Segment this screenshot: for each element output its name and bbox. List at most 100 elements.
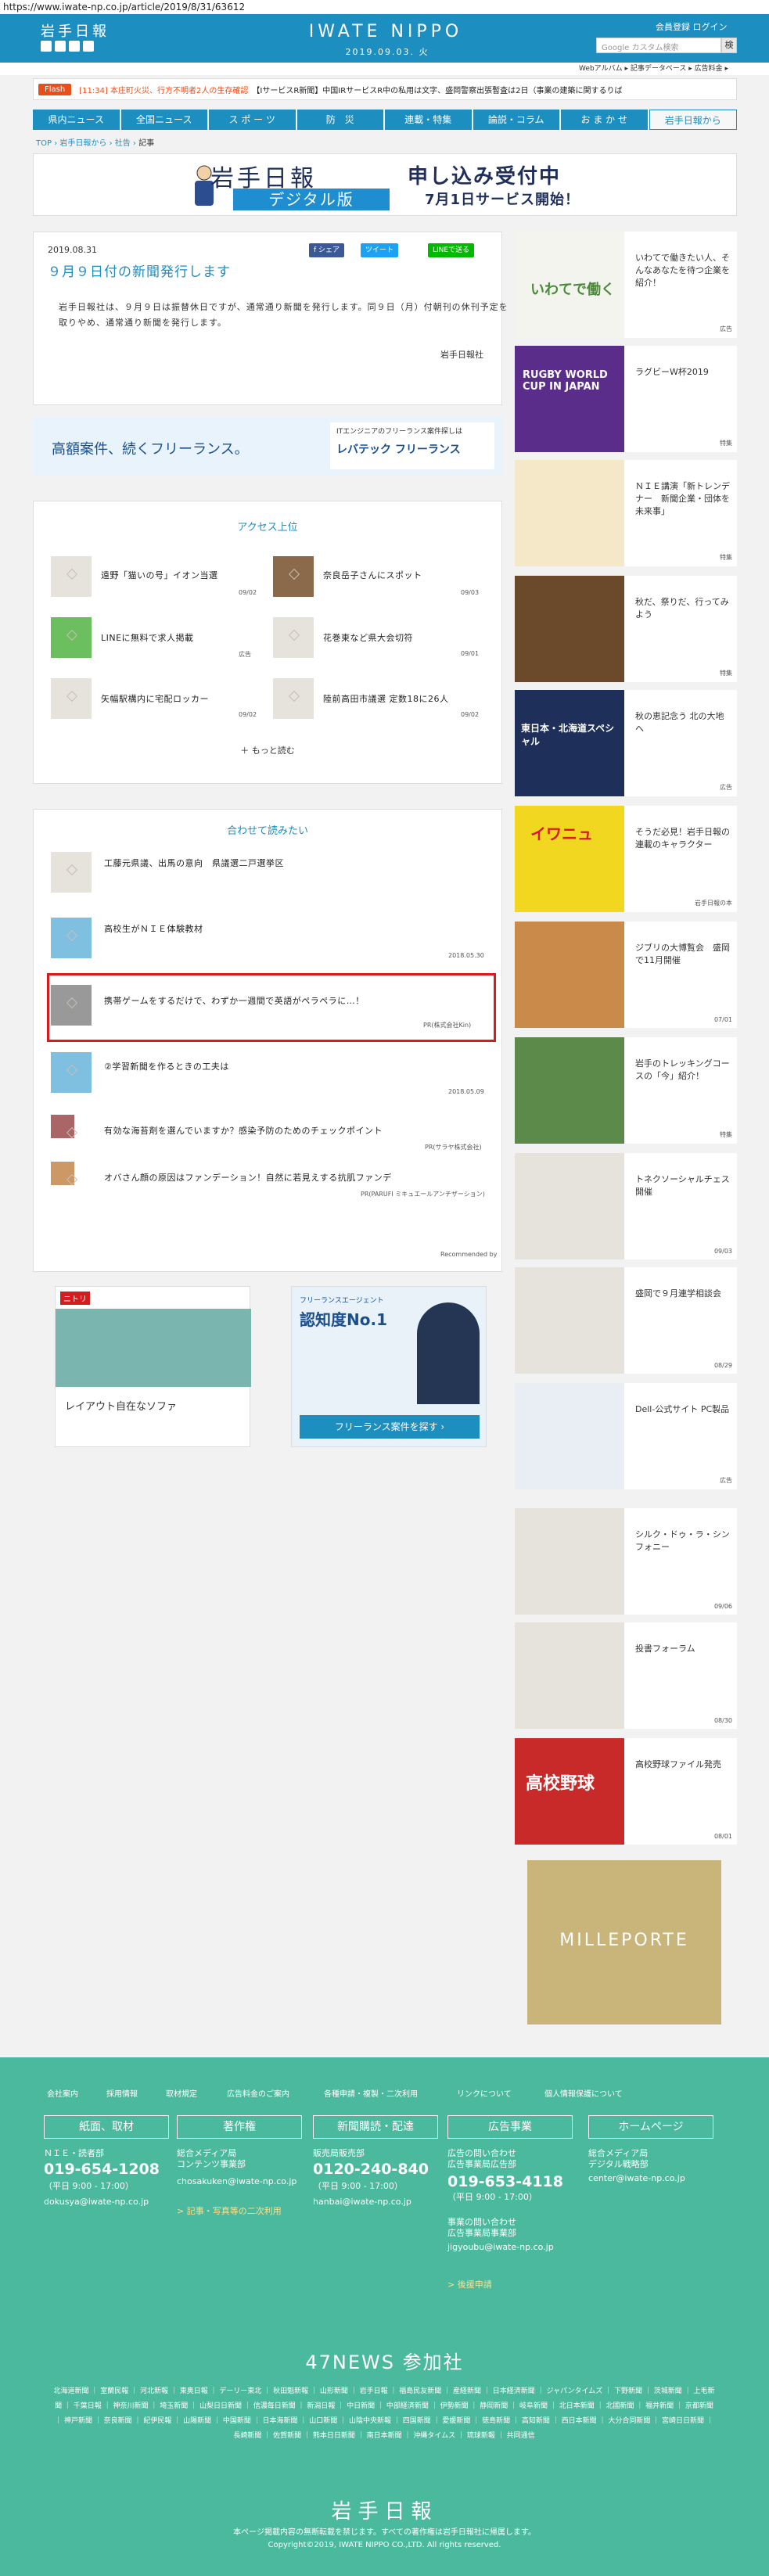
line-icon[interactable]: [69, 41, 80, 52]
thumb-image[interactable]: [51, 556, 92, 597]
email[interactable]: chosakuken@iwate-np.co.jp: [177, 2176, 296, 2187]
right-item[interactable]: ＮＩＥ講演「新トレンデナー 新聞企業・団体を未来事」 特集: [515, 460, 737, 566]
email[interactable]: jigyoubu@iwate-np.co.jp: [447, 2242, 554, 2253]
right-image: [515, 576, 624, 682]
right-image: [515, 1383, 624, 1489]
ranking-item[interactable]: 陸前高田市議選 定数18に26人: [323, 692, 449, 705]
right-item[interactable]: 盛岡で９月連学相談会 08/29: [515, 1267, 737, 1374]
right-item[interactable]: 東日本・北海道スペシャル 秋の恵記念う 北の大地へ 広告: [515, 690, 737, 796]
right-item[interactable]: トネクソーシャルチェス開催 09/03: [515, 1153, 737, 1259]
lev-cta-button[interactable]: フリーランス案件を探す ›: [300, 1415, 480, 1439]
nav-item[interactable]: お ま か せ: [561, 110, 648, 130]
search-input[interactable]: Google カスタム検索: [596, 38, 721, 53]
flash-news-bar[interactable]: Flash [11:34] 本庄町火災、行方不明者2人の生存確認 【IサービスR…: [33, 78, 737, 100]
search-button[interactable]: 検: [721, 38, 737, 53]
breadcrumb-top[interactable]: TOP: [36, 139, 52, 148]
footer-logo[interactable]: 岩手日報: [0, 2495, 769, 2524]
breadcrumb-mid[interactable]: 岩手日報から: [59, 139, 106, 148]
account-links[interactable]: 会員登録 ログイン: [656, 20, 728, 33]
right-item[interactable]: 岩手のトレッキングコースの「今」紹介！ 特集: [515, 1037, 737, 1144]
nav-item[interactable]: 県内ニュース: [33, 110, 120, 130]
sub-links[interactable]: Webアルバム ▸ 記事データベース ▸ 広告料金 ▸: [0, 63, 769, 75]
footer-link[interactable]: 広告料金のご案内: [227, 2087, 289, 2099]
item-date: 09/02: [239, 711, 257, 718]
brand-title[interactable]: IWATE NIPPO: [304, 22, 468, 41]
breadcrumb-sec[interactable]: 社告: [115, 139, 131, 148]
line-share-button[interactable]: LINEで送る: [428, 243, 475, 257]
footer-link[interactable]: 会社案内: [47, 2087, 78, 2099]
footer-link[interactable]: 採用情報: [106, 2087, 138, 2099]
related-item-pr[interactable]: オバさん顔の原因はファンデーション！自然に若見えする抗肌ファンデ: [104, 1171, 392, 1184]
address-bar[interactable]: https://www.iwate-np.co.jp/article/2019/…: [0, 0, 769, 14]
facebook-share-button[interactable]: f シェア: [309, 243, 345, 257]
right-item[interactable]: 秋だ、祭りだ、行ってみよう 特集: [515, 576, 737, 682]
email[interactable]: dokusya@iwate-np.co.jp: [44, 2197, 149, 2208]
flash-label: Flash: [38, 83, 72, 95]
footer-link[interactable]: リンクについて: [457, 2087, 512, 2099]
right-item[interactable]: イワニュ そうだ必見！岩手日報の連載のキャラクター 岩手日報の本: [515, 806, 737, 912]
related-item[interactable]: 高校生がＮＩＥ体験教材: [104, 922, 203, 935]
phone-number[interactable]: 0120-240-840: [313, 2161, 429, 2178]
ranking-item[interactable]: LINEに無料で求人掲載: [101, 631, 194, 644]
ranking-item[interactable]: 奈良岳子さんにスポット: [323, 569, 422, 581]
email[interactable]: hanbai@iwate-np.co.jp: [313, 2197, 411, 2208]
site-logo[interactable]: 岩手日報: [41, 20, 110, 41]
right-item[interactable]: RUGBY WORLD CUP IN JAPAN ラグビーW杯2019 特集: [515, 346, 737, 452]
phone-number[interactable]: 019-653-4118: [447, 2173, 563, 2190]
thumb-image[interactable]: [51, 852, 92, 893]
twitter-icon[interactable]: [41, 41, 52, 52]
ranking-item[interactable]: 花巻東など県大会切符: [323, 631, 413, 644]
site-footer: 会社案内 採用情報 取材規定 広告料金のご案内 各種申請・複製・二次利用 リンク…: [0, 2057, 769, 2576]
milleporte-text: MILLEPORTE: [559, 1931, 689, 1950]
right-item[interactable]: ジブリの大博覧会 盛岡で11月開催 07/01: [515, 922, 737, 1028]
flash-title: 本庄町火災、行方不明者2人の生存確認: [110, 86, 249, 95]
nav-item[interactable]: ス ポ ー ツ: [209, 110, 296, 130]
facebook-icon[interactable]: [55, 41, 66, 52]
tweet-button[interactable]: ツイート: [361, 243, 399, 257]
thumb-image[interactable]: [51, 1052, 92, 1093]
right-item[interactable]: Dell-公式サイト PC製品 広告: [515, 1383, 737, 1489]
thumb-image[interactable]: [51, 1115, 74, 1138]
partner-papers[interactable]: 北海道新聞 ｜ 室蘭民報 ｜ 河北新報 ｜ 東奥日報 ｜ デーリー東北 ｜ 秋田…: [52, 2384, 717, 2444]
footer-link[interactable]: 取材規定: [166, 2087, 197, 2099]
thumb-image[interactable]: [273, 617, 314, 658]
ranking-item[interactable]: 矢幅駅構内に宅配ロッカー: [101, 692, 209, 705]
instagram-icon[interactable]: [83, 41, 94, 52]
item-date: 2018.05.09: [448, 1088, 484, 1095]
thumb-image[interactable]: [273, 556, 314, 597]
email[interactable]: center@iwate-np.co.jp: [588, 2173, 685, 2184]
ad-nitori[interactable]: ニトリ レイアウト自在なソファ: [55, 1286, 251, 1447]
thumb-image[interactable]: [51, 678, 92, 719]
right-item[interactable]: 高校野球 高校野球ファイル発売 08/01: [515, 1738, 737, 1845]
digital-banner[interactable]: 岩手日報 デジタル版 申し込み受付中 7月1日サービス開始！: [33, 153, 737, 216]
right-item[interactable]: 投書フォーラム 08/30: [515, 1622, 737, 1729]
related-item-pr[interactable]: 有効な海苔剤を選んでいますか？感染予防のためのチェックポイント: [104, 1124, 383, 1137]
nav-item[interactable]: 全国ニュース: [120, 110, 207, 130]
footer-link[interactable]: > 記事・写真等の二次利用: [177, 2206, 282, 2217]
related-item[interactable]: 工藤元県議、出馬の意向 県議選二戸選挙区: [104, 857, 284, 869]
ad-banner-levtech[interactable]: 高額案件、続くフリーランス。 ITエンジニアのフリーランス案件探しは レバテック…: [33, 416, 502, 476]
thumb-image[interactable]: [273, 678, 314, 719]
nav-item[interactable]: 連載・特集: [385, 110, 472, 130]
breadcrumb: TOP › 岩手日報から › 社告 › 記事: [36, 139, 155, 148]
flash-headline[interactable]: [11:34] 本庄町火災、行方不明者2人の生存確認 【IサービスR新聞】中国I…: [79, 84, 622, 95]
thumb-image[interactable]: [51, 617, 92, 658]
more-button[interactable]: ＋ もっと読む: [34, 744, 501, 756]
nav-item-active[interactable]: 岩手日報から: [649, 110, 737, 130]
footer-box: 紙面、取材: [44, 2115, 169, 2139]
thumb-image[interactable]: [51, 918, 92, 958]
thumb-image[interactable]: [51, 1162, 74, 1185]
news47-title: 47NEWS 参加社: [305, 2351, 464, 2373]
footer-link[interactable]: 個人情報保護について: [544, 2087, 623, 2099]
right-item[interactable]: シルク・ドゥ・ラ・シンフォニー 09/06: [515, 1508, 737, 1615]
footer-link[interactable]: 各種申請・複製・二次利用: [324, 2087, 418, 2099]
footer-link[interactable]: > 後援申請: [447, 2280, 492, 2290]
nav-item[interactable]: 論説・コラム: [473, 110, 559, 130]
ranking-item[interactable]: 遠野「猫いの号」イオン当選: [101, 569, 218, 581]
ad-levtech[interactable]: フリーランスエージェント 認知度No.1 フリーランス案件を探す ›: [291, 1286, 487, 1447]
phone-number[interactable]: 019-654-1208: [44, 2161, 160, 2178]
nav-item[interactable]: 防 災: [296, 110, 383, 130]
related-item[interactable]: ②学習新聞を作るときの工夫は: [104, 1060, 229, 1072]
right-item[interactable]: いわてで働く いわてで働きたい人、そんなあなたを待つ企業を紹介！ 広告: [515, 232, 737, 338]
ad-milleporte[interactable]: MILLEPORTE: [527, 1860, 721, 2025]
